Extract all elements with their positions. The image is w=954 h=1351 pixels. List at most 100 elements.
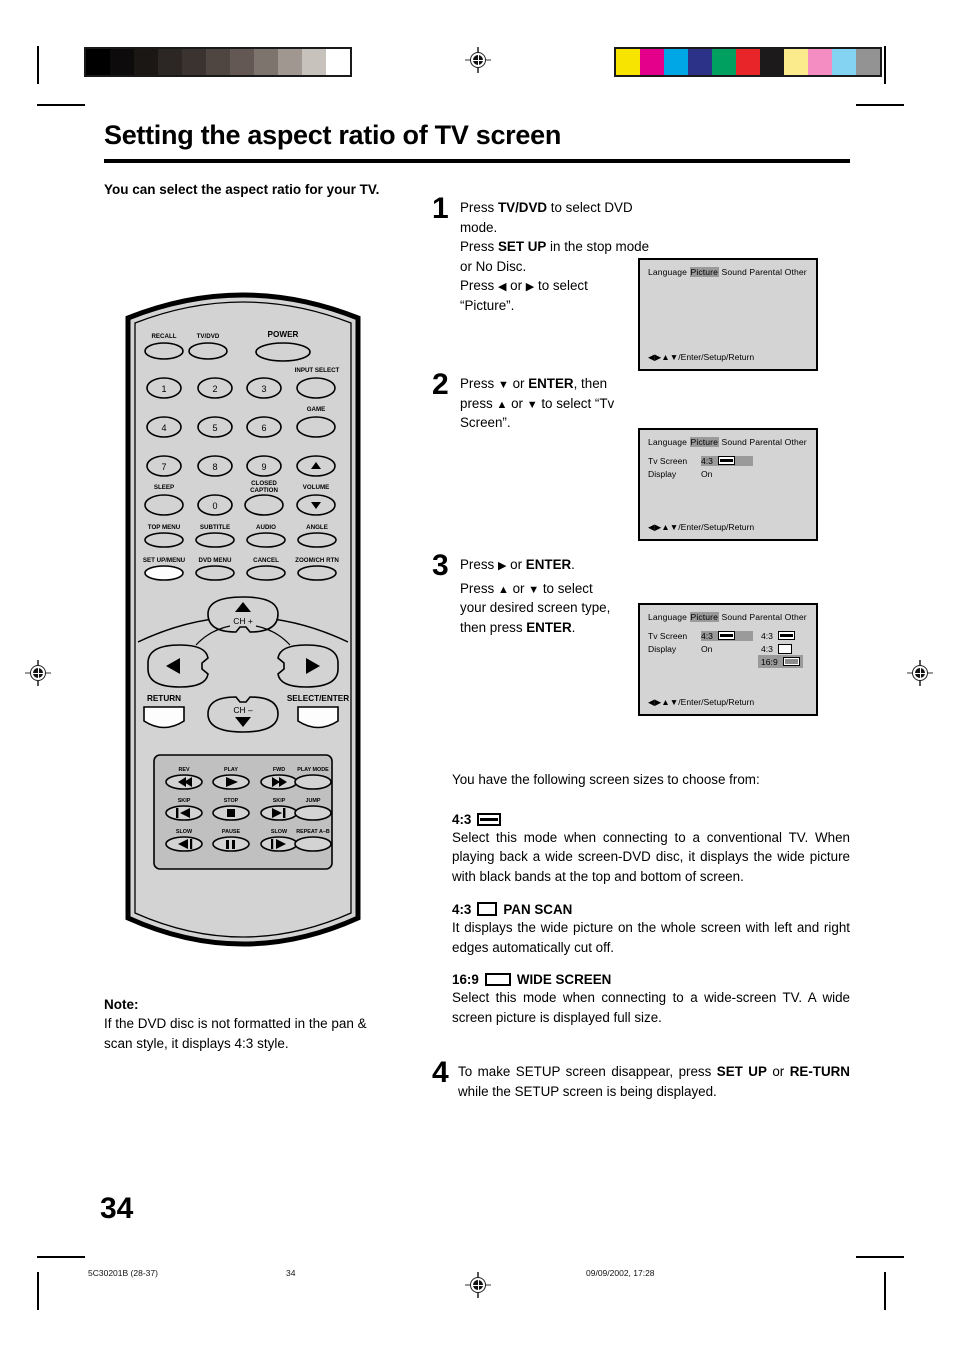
step-4-text-e: while the SETUP screen is being displaye… bbox=[458, 1083, 717, 1099]
step-2-line1-b: or bbox=[508, 376, 529, 391]
step-1-number: 1 bbox=[432, 192, 449, 225]
letterbox-icon bbox=[717, 456, 735, 465]
step-3-line2-a: Press bbox=[460, 580, 498, 596]
svg-text:SKIP: SKIP bbox=[273, 798, 286, 804]
osd-tab-other-2[interactable]: Other bbox=[785, 437, 807, 447]
svg-text:DVD MENU: DVD MENU bbox=[198, 557, 232, 564]
screen-size-panscan-body: It displays the wide picture on the whol… bbox=[452, 919, 850, 955]
osd-tab-picture-3[interactable]: Picture bbox=[689, 612, 719, 622]
svg-text:TV/DVD: TV/DVD bbox=[197, 333, 220, 340]
osd-tab-sound-3[interactable]: Sound bbox=[722, 612, 747, 622]
widescreen-icon bbox=[484, 973, 511, 987]
calibration-swatch bbox=[760, 49, 784, 75]
page-title: Setting the aspect ratio of TV screen bbox=[104, 120, 562, 150]
step-3-line2-b: or bbox=[508, 580, 529, 596]
osd-label-display-3: Display bbox=[648, 643, 677, 654]
footer-timestamp: 09/09/2002, 17:28 bbox=[586, 1268, 655, 1278]
osd-tab-language-2[interactable]: Language bbox=[648, 437, 687, 447]
osd-settings-list-3: Tv Screen 4:3 Display On 4:3 4:3 16:9 bbox=[648, 629, 808, 668]
calibration-swatch bbox=[326, 49, 350, 75]
step-4-text-a: To make SETUP screen disappear, press bbox=[458, 1064, 717, 1079]
osd-label-display-2: Display bbox=[648, 468, 677, 479]
up-arrow-icon-2: ▲ bbox=[497, 583, 509, 596]
osd-tab-bar-3: Language Picture Sound Parental Other bbox=[648, 612, 808, 622]
osd-tab-picture[interactable]: Picture bbox=[689, 267, 719, 277]
set-up-button-name-2: SET UP bbox=[716, 1064, 767, 1079]
osd-tab-other[interactable]: Other bbox=[785, 267, 807, 277]
calibration-swatch bbox=[302, 49, 326, 75]
osd-tab-picture-2[interactable]: Picture bbox=[689, 437, 719, 447]
svg-text:REV: REV bbox=[178, 767, 189, 773]
step-3-line1-b: or bbox=[506, 557, 526, 572]
dropdown-option-panscan[interactable]: 4:3 bbox=[758, 642, 803, 655]
svg-text:SELECT/ENTER: SELECT/ENTER bbox=[287, 694, 349, 703]
screen-size-panscan-label: 4:3 bbox=[452, 901, 472, 917]
tv-dvd-button-name: TV/DVD bbox=[497, 200, 548, 215]
osd-tab-parental-2[interactable]: Parental bbox=[749, 437, 782, 447]
svg-text:1: 1 bbox=[161, 384, 166, 394]
down-arrow-icon-2: ▼ bbox=[526, 398, 538, 411]
screen-sizes-section: You have the following screen sizes to c… bbox=[452, 770, 850, 1043]
svg-text:3: 3 bbox=[261, 384, 266, 394]
screen-size-widescreen: 16:9 WIDE SCREEN Select this mode when c… bbox=[452, 972, 850, 1027]
svg-text:7: 7 bbox=[161, 462, 166, 472]
calibration-swatch bbox=[158, 49, 182, 75]
dropdown-option-widescreen-label: 16:9 bbox=[761, 656, 778, 667]
calibration-swatch bbox=[832, 49, 856, 75]
osd-row-tv-screen-2[interactable]: Tv Screen 4:3 bbox=[648, 454, 808, 467]
svg-text:RETURN: RETURN bbox=[147, 694, 181, 703]
down-arrow-icon: ▼ bbox=[497, 379, 509, 391]
trim-mark-top-right-v bbox=[884, 46, 886, 84]
screen-size-widescreen-body: Select this mode when connecting to a wi… bbox=[452, 990, 850, 1025]
svg-text:INPUT SELECT: INPUT SELECT bbox=[295, 367, 340, 374]
osd-row-display-2[interactable]: Display On bbox=[648, 467, 808, 480]
svg-text:SET UP/MENU: SET UP/MENU bbox=[143, 557, 186, 564]
dropdown-option-widescreen[interactable]: 16:9 bbox=[758, 655, 803, 668]
calibration-swatch bbox=[640, 49, 664, 75]
osd-value-tv-screen-2[interactable]: 4:3 bbox=[701, 455, 753, 466]
osd-tab-other-3[interactable]: Other bbox=[785, 612, 807, 622]
osd-tab-parental[interactable]: Parental bbox=[749, 267, 782, 277]
calibration-swatch bbox=[712, 49, 736, 75]
svg-text:PAUSE: PAUSE bbox=[222, 829, 241, 835]
svg-text:VOLUME: VOLUME bbox=[303, 484, 329, 491]
osd-label-tv-screen-3: Tv Screen bbox=[648, 630, 688, 641]
osd-tab-language-3[interactable]: Language bbox=[648, 612, 687, 622]
step-3-line3: your desired screen type, bbox=[460, 600, 611, 616]
step-3-line1-c: . bbox=[571, 557, 575, 572]
osd-tab-parental-3[interactable]: Parental bbox=[749, 612, 782, 622]
osd-value-tv-screen-3[interactable]: 4:3 bbox=[701, 630, 753, 641]
dropdown-option-panscan-label: 4:3 bbox=[761, 643, 773, 654]
svg-text:2: 2 bbox=[212, 384, 217, 394]
step-2-line2-c: to select “Tv bbox=[537, 395, 615, 411]
osd-value-display-2[interactable]: On bbox=[701, 469, 753, 479]
step-2-number: 2 bbox=[432, 368, 449, 401]
osd-screen-type-dropdown: 4:3 4:3 16:9 bbox=[758, 629, 803, 668]
svg-text:CH –: CH – bbox=[233, 705, 253, 715]
enter-button-name: ENTER bbox=[528, 376, 574, 391]
osd-tab-sound-2[interactable]: Sound bbox=[722, 437, 747, 447]
svg-text:CH +: CH + bbox=[233, 616, 253, 626]
dropdown-option-letterbox[interactable]: 4:3 bbox=[758, 629, 803, 642]
step-1-line2-a: Press bbox=[460, 239, 498, 255]
calibration-swatch bbox=[856, 49, 880, 75]
svg-text:SUBTITLE: SUBTITLE bbox=[200, 524, 230, 531]
osd-value-text-2: 4:3 bbox=[701, 455, 713, 466]
step-1-line4: “Picture”. bbox=[460, 297, 515, 313]
step-4-number: 4 bbox=[432, 1056, 449, 1089]
osd-value-display-3[interactable]: On bbox=[701, 644, 753, 654]
step-1-line3-a: Press bbox=[460, 278, 498, 294]
trim-mark-top-left-v bbox=[37, 46, 39, 84]
return-button-name: RE-TURN bbox=[789, 1064, 850, 1079]
svg-text:FWD: FWD bbox=[273, 767, 285, 773]
osd-screen-step1: Language Picture Sound Parental Other ◀▶… bbox=[638, 258, 818, 371]
step-3-number: 3 bbox=[432, 549, 449, 582]
osd-value-text-3: 4:3 bbox=[701, 630, 713, 641]
svg-text:SLOW: SLOW bbox=[176, 829, 193, 835]
osd-tab-language[interactable]: Language bbox=[648, 267, 687, 277]
screen-size-widescreen-suffix: WIDE SCREEN bbox=[516, 972, 612, 988]
svg-text:SLEEP: SLEEP bbox=[154, 484, 174, 491]
calibration-swatch bbox=[664, 49, 688, 75]
left-column: You can select the aspect ratio for your… bbox=[104, 180, 394, 199]
osd-tab-sound[interactable]: Sound bbox=[722, 267, 747, 277]
